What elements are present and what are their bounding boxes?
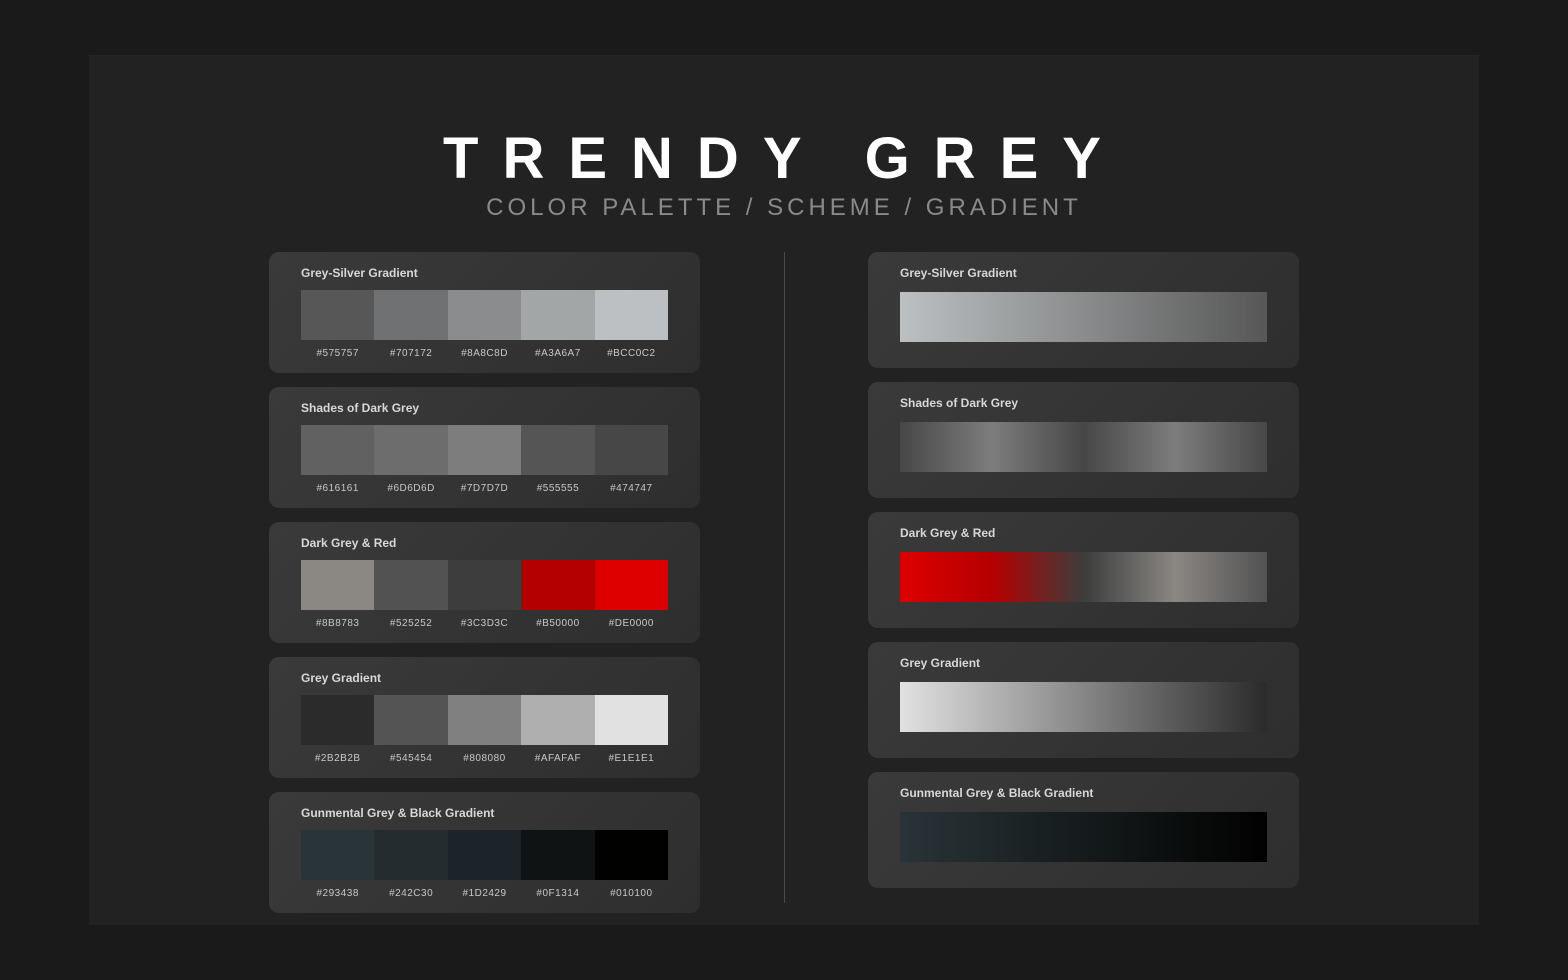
gradient-bar [900,812,1267,862]
color-hex-label: #3C3D3C [448,618,521,629]
page-title: TRENDY GREY [269,125,1299,192]
label-row: #616161#6D6D6D#7D7D7D#555555#474747 [301,483,668,494]
color-hex-label: #8B8783 [301,618,374,629]
palette-canvas: TRENDY GREY COLOR PALETTE / SCHEME / GRA… [89,55,1479,925]
color-hex-label: #525252 [374,618,447,629]
swatch-row [301,560,668,610]
color-hex-label: #474747 [595,483,668,494]
color-hex-label: #A3A6A7 [521,348,594,359]
color-swatch [595,425,668,475]
gradient-title: Dark Grey & Red [900,526,1267,540]
color-hex-label: #B50000 [521,618,594,629]
gradients-column: Grey-Silver Gradient Shades of Dark Grey D… [868,252,1299,913]
content-grid: Grey-Silver Gradient #575757#707172#8A8C8… [269,252,1299,913]
palette-title: Gunmental Grey & Black Gradient [301,806,668,820]
gradient-card: Dark Grey & Red [868,512,1299,628]
color-swatch [521,560,594,610]
color-hex-label: #242C30 [374,888,447,899]
color-swatch [595,290,668,340]
color-swatch [595,695,668,745]
color-hex-label: #8A8C8D [448,348,521,359]
color-hex-label: #AFAFAF [521,753,594,764]
color-swatch [301,425,374,475]
palettes-column: Grey-Silver Gradient #575757#707172#8A8C8… [269,252,700,913]
palette-card: Gunmental Grey & Black Gradient #293438#2… [269,792,700,913]
color-hex-label: #6D6D6D [374,483,447,494]
color-hex-label: #707172 [374,348,447,359]
gradient-title: Grey-Silver Gradient [900,266,1267,280]
color-hex-label: #293438 [301,888,374,899]
color-swatch [301,830,374,880]
palette-title: Shades of Dark Grey [301,401,668,415]
color-swatch [448,560,521,610]
swatch-row [301,290,668,340]
label-row: #293438#242C30#1D2429#0F1314#010100 [301,888,668,899]
color-swatch [595,560,668,610]
label-row: #2B2B2B#545454#808080#AFAFAF#E1E1E1 [301,753,668,764]
color-swatch [374,290,447,340]
gradient-bar [900,682,1267,732]
color-hex-label: #DE0000 [595,618,668,629]
color-hex-label: #E1E1E1 [595,753,668,764]
color-swatch [374,830,447,880]
label-row: #575757#707172#8A8C8D#A3A6A7#BCC0C2 [301,348,668,359]
color-hex-label: #0F1314 [521,888,594,899]
color-hex-label: #1D2429 [448,888,521,899]
swatch-row [301,425,668,475]
palette-title: Dark Grey & Red [301,536,668,550]
color-hex-label: #808080 [448,753,521,764]
palette-card: Grey Gradient #2B2B2B#545454#808080#AFAFA… [269,657,700,778]
header: TRENDY GREY COLOR PALETTE / SCHEME / GRA… [269,125,1299,222]
color-swatch [374,425,447,475]
palette-card: Dark Grey & Red #8B8783#525252#3C3D3C#B50… [269,522,700,643]
swatch-row [301,695,668,745]
color-swatch [595,830,668,880]
color-swatch [448,290,521,340]
palette-title: Grey Gradient [301,671,668,685]
color-hex-label: #545454 [374,753,447,764]
page-subtitle: COLOR PALETTE / SCHEME / GRADIENT [269,194,1299,222]
gradient-card: Gunmental Grey & Black Gradient [868,772,1299,888]
color-hex-label: #555555 [521,483,594,494]
color-hex-label: #616161 [301,483,374,494]
color-hex-label: #BCC0C2 [595,348,668,359]
color-hex-label: #010100 [595,888,668,899]
gradient-card: Grey-Silver Gradient [868,252,1299,368]
label-row: #8B8783#525252#3C3D3C#B50000#DE0000 [301,618,668,629]
color-swatch [448,425,521,475]
color-swatch [301,560,374,610]
color-swatch [521,290,594,340]
color-swatch [448,830,521,880]
color-swatch [521,695,594,745]
color-hex-label: #2B2B2B [301,753,374,764]
color-swatch [521,425,594,475]
gradient-bar [900,292,1267,342]
color-swatch [301,290,374,340]
gradient-title: Grey Gradient [900,656,1267,670]
color-swatch [521,830,594,880]
gradient-title: Shades of Dark Grey [900,396,1267,410]
color-hex-label: #7D7D7D [448,483,521,494]
palette-card: Grey-Silver Gradient #575757#707172#8A8C8… [269,252,700,373]
swatch-row [301,830,668,880]
palette-title: Grey-Silver Gradient [301,266,668,280]
gradient-bar [900,552,1267,602]
gradient-title: Gunmental Grey & Black Gradient [900,786,1267,800]
gradient-card: Shades of Dark Grey [868,382,1299,498]
color-swatch [301,695,374,745]
palette-card: Shades of Dark Grey #616161#6D6D6D#7D7D7D… [269,387,700,508]
gradient-card: Grey Gradient [868,642,1299,758]
gradient-bar [900,422,1267,472]
color-swatch [374,560,447,610]
color-swatch [448,695,521,745]
vertical-divider [784,252,785,903]
color-swatch [374,695,447,745]
color-hex-label: #575757 [301,348,374,359]
